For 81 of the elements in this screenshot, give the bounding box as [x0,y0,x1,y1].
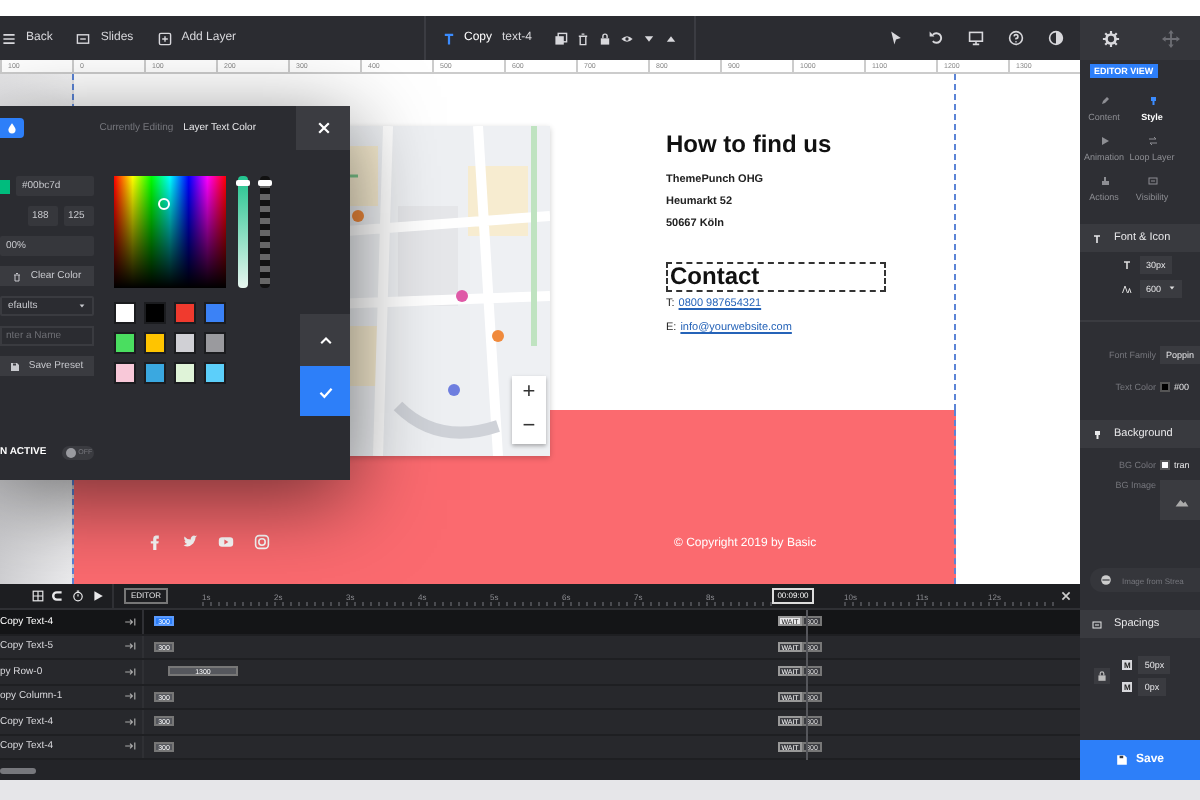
font-weight-icon [1122,283,1132,293]
color-swatch[interactable] [174,302,196,324]
trash-icon [12,271,23,281]
color-swatch[interactable] [114,302,136,324]
close-icon [315,120,331,136]
image-placeholder[interactable] [1160,480,1200,520]
close-icon[interactable] [1060,590,1072,602]
zoom-out-button[interactable]: − [512,410,546,444]
color-swatch[interactable] [204,302,226,324]
contact-heading[interactable]: Contact [666,262,886,292]
caret-icon [78,302,86,310]
slider-thumb[interactable] [258,179,272,186]
instagram-icon[interactable] [254,534,270,550]
monitor-icon[interactable] [968,30,984,46]
play-icon [1099,135,1109,145]
color-gradient-field[interactable] [114,176,226,288]
bg-color-swatch[interactable] [1160,459,1170,469]
arrow-to-end-icon[interactable] [124,665,136,678]
check-icon [317,383,333,399]
caret-down-icon[interactable] [642,31,656,45]
grid-icon[interactable] [32,590,44,602]
section-heading: How to find us [666,130,832,160]
color-swatch[interactable] [114,362,136,384]
save-icon [10,361,21,371]
arrow-to-end-icon[interactable] [124,690,136,703]
visibility-icon [1147,175,1157,185]
drop-icon [6,122,18,134]
text-color-swatch[interactable] [1160,381,1170,391]
hue-slider[interactable] [238,176,248,288]
timer-icon[interactable] [72,590,84,602]
slides-icon [76,31,91,45]
facebook-icon[interactable] [146,534,162,550]
arrow-to-end-icon[interactable] [124,715,136,728]
help-icon[interactable] [1008,30,1024,46]
play-icon[interactable] [92,590,104,602]
scrollbar-thumb[interactable] [0,767,36,773]
eye-icon[interactable] [620,31,634,45]
spacing-icon [1092,619,1102,629]
menu-icon [2,31,16,45]
lock-icon[interactable] [1094,668,1110,684]
brush-icon [1147,95,1157,105]
text-icon [1092,233,1102,243]
settings-icon[interactable] [1101,29,1119,47]
color-picker-handle[interactable] [158,198,170,210]
opacity-slider[interactable] [260,176,270,288]
move-icon[interactable] [1161,29,1179,47]
duplicate-icon[interactable] [554,31,568,45]
magnet-icon[interactable] [52,590,64,602]
hand-icon [1099,175,1109,185]
save-icon [1115,754,1128,766]
brush-icon [1092,429,1102,439]
color-swatch[interactable] [144,332,166,354]
arrow-to-end-icon[interactable] [124,740,136,753]
color-swatch[interactable] [204,362,226,384]
color-swatch[interactable] [204,332,226,354]
twitter-icon[interactable] [182,534,198,550]
contrast-icon[interactable] [1048,30,1064,46]
slider-thumb[interactable] [236,179,250,186]
lock-icon[interactable] [598,31,612,45]
add-layer-icon [157,31,172,45]
color-swatch[interactable] [144,302,166,324]
youtube-icon[interactable] [218,534,234,550]
cursor-icon[interactable] [888,30,904,46]
color-swatch[interactable] [114,332,136,354]
close-button[interactable] [296,106,350,150]
loop-icon [1147,135,1157,145]
stream-icon [1100,574,1112,586]
eyedropper-button[interactable] [0,118,24,138]
delete-icon[interactable] [576,31,590,45]
arrow-to-end-icon[interactable] [124,640,136,653]
pen-icon [1099,95,1109,105]
undo-icon[interactable] [928,30,944,46]
color-swatch[interactable] [174,362,196,384]
color-swatch[interactable] [144,362,166,384]
color-swatch[interactable] [174,332,196,354]
font-size-icon [1122,259,1132,269]
text-layer-icon [442,31,456,45]
chevron-up-icon [317,332,333,348]
zoom-in-button[interactable]: + [512,376,546,410]
arrow-to-end-icon[interactable] [124,615,136,628]
caret-up-icon[interactable] [664,31,678,45]
